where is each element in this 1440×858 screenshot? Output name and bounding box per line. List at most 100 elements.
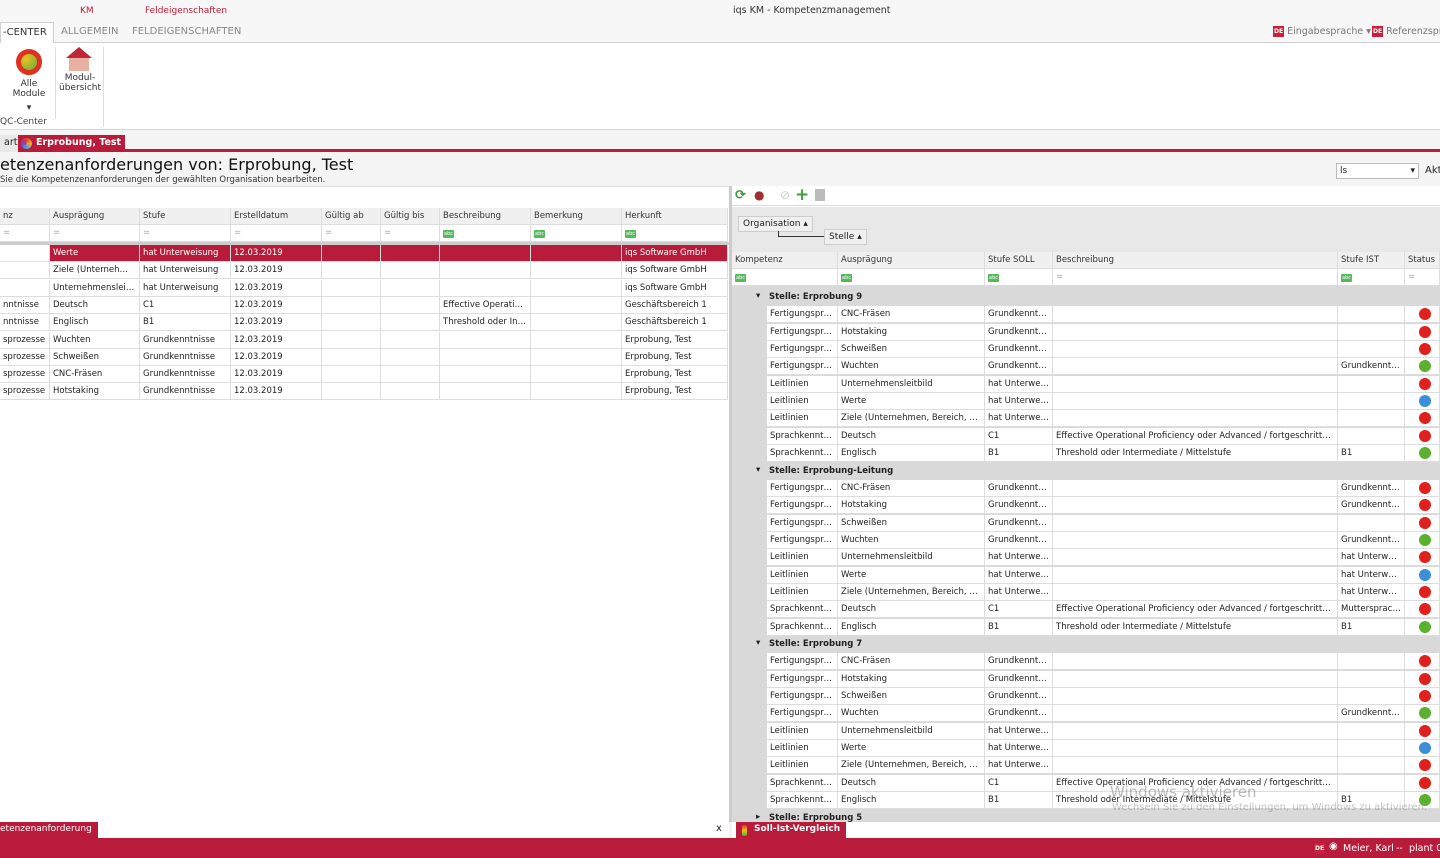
table-cell[interactable] bbox=[1053, 358, 1338, 376]
table-cell[interactable] bbox=[1053, 722, 1338, 740]
tab-requirements[interactable]: etenzenanforderung bbox=[0, 822, 98, 838]
table-cell[interactable] bbox=[531, 296, 622, 314]
table-cell[interactable] bbox=[322, 348, 381, 366]
table-cell[interactable] bbox=[1053, 497, 1338, 515]
table-cell[interactable] bbox=[0, 245, 50, 262]
table-cell[interactable]: C1 bbox=[985, 427, 1053, 445]
column-header[interactable]: Erstelldatum bbox=[231, 208, 322, 225]
table-cell[interactable]: Wuchten bbox=[838, 358, 985, 376]
table-cell[interactable] bbox=[322, 245, 381, 262]
table-cell[interactable]: Muttersprache bbox=[1338, 601, 1405, 619]
table-cell[interactable]: iqs Software GmbH bbox=[622, 262, 728, 280]
table-cell[interactable]: Leitlinien bbox=[767, 722, 838, 740]
table-cell[interactable]: Fertigungspro... bbox=[767, 341, 838, 359]
table-cell[interactable]: Unternehmensleitbild bbox=[838, 722, 985, 740]
table-cell[interactable]: Grundkenntni... bbox=[985, 688, 1053, 706]
table-cell[interactable] bbox=[1338, 653, 1405, 671]
table-cell[interactable]: sprozesse bbox=[0, 366, 50, 384]
table-cell[interactable]: 12.03.2019 bbox=[231, 383, 322, 401]
table-cell[interactable]: Geschäftsbereich 1 bbox=[622, 296, 728, 314]
table-cell[interactable] bbox=[440, 366, 531, 384]
table-cell[interactable] bbox=[1053, 549, 1338, 567]
table-cell[interactable] bbox=[1338, 740, 1405, 758]
column-header[interactable]: nz bbox=[0, 208, 50, 225]
chevron-right-icon[interactable]: ▸ bbox=[756, 812, 760, 822]
user-icon[interactable]: ● bbox=[754, 188, 764, 202]
table-cell[interactable]: B1 bbox=[140, 314, 231, 332]
table-cell[interactable]: Deutsch bbox=[838, 601, 985, 619]
table-cell[interactable]: Threshold oder Intermediate / Mittelstuf… bbox=[1053, 618, 1338, 636]
table-cell[interactable]: Grundkenntni... bbox=[985, 514, 1053, 532]
table-cell[interactable]: CNC-Fräsen bbox=[838, 479, 985, 497]
table-cell[interactable]: Grundkenntni... bbox=[985, 479, 1053, 497]
table-cell[interactable]: Grundkenntni... bbox=[985, 341, 1053, 359]
table-cell[interactable]: hat Unterwei... bbox=[1338, 566, 1405, 584]
table-cell[interactable]: Grundkenntni... bbox=[985, 653, 1053, 671]
table-cell[interactable] bbox=[440, 331, 531, 349]
filter-cell[interactable]: abc bbox=[838, 269, 985, 286]
table-cell[interactable]: 12.03.2019 bbox=[231, 245, 322, 262]
table-cell[interactable]: Grundkenntni... bbox=[1338, 705, 1405, 723]
table-cell[interactable]: Geschäftsbereich 1 bbox=[622, 314, 728, 332]
table-cell[interactable]: Leitlinien bbox=[767, 583, 838, 601]
table-cell[interactable] bbox=[531, 366, 622, 384]
table-cell[interactable] bbox=[1053, 393, 1338, 411]
table-cell[interactable]: Grundkenntni... bbox=[985, 323, 1053, 341]
chevron-down-icon[interactable]: ▾ bbox=[756, 465, 760, 475]
filter-cell[interactable]: = bbox=[0, 225, 50, 242]
table-cell[interactable] bbox=[381, 383, 440, 401]
column-header[interactable]: Gültig bis bbox=[381, 208, 440, 225]
filter-cell[interactable]: abc bbox=[622, 225, 728, 242]
table-cell[interactable] bbox=[1053, 740, 1338, 758]
table-cell[interactable]: Werte bbox=[50, 245, 140, 262]
table-cell[interactable] bbox=[381, 262, 440, 280]
table-cell[interactable] bbox=[322, 383, 381, 401]
table-cell[interactable]: Fertigungspro... bbox=[767, 323, 838, 341]
group-row[interactable]: ▾ Stelle: Erprobung 9 bbox=[732, 289, 1440, 306]
table-cell[interactable]: 12.03.2019 bbox=[231, 348, 322, 366]
table-cell[interactable] bbox=[440, 245, 531, 262]
table-cell[interactable]: Grundkenntnisse bbox=[140, 366, 231, 384]
filter-cell[interactable]: = bbox=[231, 225, 322, 242]
table-cell[interactable] bbox=[381, 348, 440, 366]
table-cell[interactable]: 12.03.2019 bbox=[231, 262, 322, 280]
table-cell[interactable]: hat Unterweisung bbox=[140, 262, 231, 280]
status-plant[interactable]: plant 0 bbox=[1409, 843, 1440, 854]
filter-cell[interactable]: abc bbox=[1338, 269, 1405, 286]
table-cell[interactable] bbox=[1053, 514, 1338, 532]
table-cell[interactable] bbox=[1338, 427, 1405, 445]
table-cell[interactable] bbox=[1053, 323, 1338, 341]
table-cell[interactable] bbox=[322, 296, 381, 314]
table-cell[interactable]: Grundkenntni... bbox=[985, 358, 1053, 376]
table-cell[interactable]: Effective Operational Proficiency oder A… bbox=[1053, 601, 1338, 619]
table-cell[interactable]: Grundkenntni... bbox=[985, 670, 1053, 688]
table-cell[interactable] bbox=[322, 279, 381, 297]
table-cell[interactable] bbox=[1338, 757, 1405, 775]
table-cell[interactable]: Grundkenntni... bbox=[1338, 358, 1405, 376]
module-overview-button[interactable]: Modul-übersicht bbox=[58, 47, 101, 93]
table-cell[interactable]: Werte bbox=[838, 740, 985, 758]
column-header[interactable]: Ausprägung bbox=[50, 208, 140, 225]
table-cell[interactable]: Grundkenntni... bbox=[1338, 531, 1405, 549]
table-cell[interactable]: Ziele (Unternehmen, Bereich, Abt... bbox=[838, 583, 985, 601]
table-cell[interactable] bbox=[1053, 479, 1338, 497]
table-cell[interactable]: 12.03.2019 bbox=[231, 279, 322, 297]
filter-cell[interactable]: abc bbox=[531, 225, 622, 242]
table-cell[interactable]: Fertigungspro... bbox=[767, 358, 838, 376]
table-cell[interactable]: B1 bbox=[985, 445, 1053, 463]
table-cell[interactable]: hat Unterwei... bbox=[985, 375, 1053, 393]
table-cell[interactable]: nntnisse bbox=[0, 296, 50, 314]
table-cell[interactable] bbox=[1053, 653, 1338, 671]
column-header[interactable]: Beschreibung bbox=[440, 208, 531, 225]
refresh-icon[interactable]: ⟳ bbox=[735, 188, 746, 203]
table-cell[interactable]: nntnisse bbox=[0, 314, 50, 332]
table-cell[interactable]: Schweißen bbox=[838, 688, 985, 706]
table-cell[interactable]: hat Unterweisung bbox=[140, 245, 231, 262]
table-cell[interactable] bbox=[531, 348, 622, 366]
table-cell[interactable] bbox=[1053, 566, 1338, 584]
group-row[interactable]: ▾ Stelle: Erprobung 7 bbox=[732, 636, 1440, 653]
table-cell[interactable]: sprozesse bbox=[0, 348, 50, 366]
status-user[interactable]: Meier, Karl bbox=[1343, 843, 1394, 854]
chevron-down-icon[interactable]: ▾ bbox=[756, 291, 760, 301]
table-cell[interactable]: Schweißen bbox=[50, 348, 140, 366]
